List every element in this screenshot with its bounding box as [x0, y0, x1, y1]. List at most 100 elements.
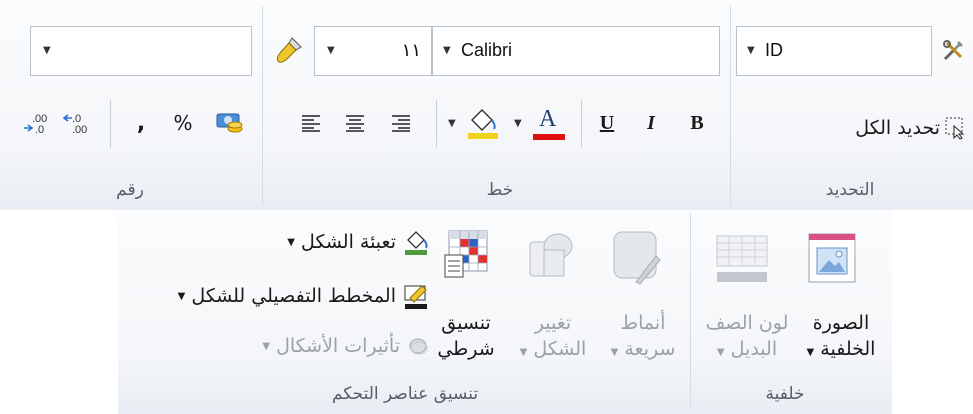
- paintbrush-icon: [276, 37, 302, 63]
- chevron-down-icon: ▼: [716, 347, 725, 358]
- quick-styles-label-line1: أنماط: [620, 312, 666, 334]
- group-label-font: خط: [486, 180, 514, 200]
- conditional-format-label-line1: تنسيق: [441, 312, 491, 334]
- control-id-value: ID: [765, 40, 783, 60]
- separator: [262, 6, 263, 206]
- chevron-down-icon[interactable]: ▼: [514, 118, 522, 129]
- alternate-row-color-label-line2-row: البديل ▼: [700, 336, 794, 366]
- font-color-swatch: [533, 134, 565, 140]
- shape-outline-label: المخطط التفصيلي للشكل: [191, 285, 396, 307]
- shape-fill-icon: [405, 231, 428, 255]
- comma-style-button[interactable]: ,: [128, 108, 154, 138]
- shape-outline-icon: [404, 285, 427, 309]
- underline-button[interactable]: U: [592, 108, 622, 138]
- alternate-row-color-label-line2: البديل: [730, 338, 778, 360]
- chevron-down-icon[interactable]: ▼: [287, 237, 295, 248]
- group-label-selection: التحديد: [825, 180, 875, 200]
- increase-decimal-button[interactable]: .0 .00: [60, 108, 94, 138]
- tools-icon: [943, 40, 963, 61]
- select-all-button[interactable]: تحديد الكل: [830, 112, 968, 144]
- font-name-combo[interactable]: ▼ Calibri: [432, 26, 720, 76]
- group-label-control-format: تنسيق عناصر التحكم: [331, 384, 479, 404]
- alternate-row-color-icon: [716, 235, 768, 282]
- svg-text:.00: .00: [72, 124, 87, 135]
- background-image-button[interactable]: [800, 228, 864, 288]
- background-image-label-line2: الخلفية: [820, 338, 876, 360]
- group-label-background: خلفية: [765, 384, 805, 404]
- percent-style-button[interactable]: %: [168, 108, 198, 138]
- font-color-letter: A: [539, 106, 557, 132]
- chevron-down-icon[interactable]: ▼: [178, 291, 186, 302]
- control-id-combo[interactable]: ▼ ID: [736, 26, 932, 76]
- number-format-combo[interactable]: ▼: [30, 26, 252, 76]
- background-image-icon: [808, 233, 856, 283]
- svg-text:.0: .0: [35, 124, 44, 135]
- accounting-format-button[interactable]: [212, 106, 248, 140]
- align-center-icon: [346, 115, 364, 132]
- change-shape-label-line2: الشكل: [533, 338, 587, 360]
- conditional-format-label-line2: شرطي: [437, 338, 495, 360]
- conditional-format-label[interactable]: تنسيق شرطي: [424, 310, 508, 362]
- font-color-button[interactable]: A: [528, 104, 570, 144]
- change-shape-icon: [529, 233, 573, 277]
- separator: [690, 214, 691, 410]
- background-image-label[interactable]: الصورة الخلفية ▼: [796, 310, 886, 366]
- fill-color-button[interactable]: [462, 104, 504, 144]
- quick-styles-icon: [613, 231, 661, 285]
- quick-styles-label-line2: سريعة: [624, 338, 676, 360]
- bold-button[interactable]: B: [682, 108, 712, 138]
- shape-outline-button[interactable]: المخطط التفصيلي للشكل ▼: [124, 280, 430, 312]
- money-icon: [216, 113, 243, 133]
- shape-fill-button[interactable]: تعبئة الشكل ▼: [246, 226, 430, 258]
- chevron-down-icon: ▼: [262, 340, 271, 352]
- chevron-down-icon: ▼: [519, 347, 528, 358]
- change-shape-label-line1: تغيير: [534, 312, 572, 334]
- alternate-row-color-label: لون الصف البديل ▼: [700, 310, 794, 366]
- quick-styles-label-line2-row: سريعة ▼: [598, 336, 688, 366]
- separator: [110, 100, 111, 148]
- alternate-row-color-label-line1: لون الصف: [705, 312, 789, 334]
- separator: [730, 6, 731, 206]
- group-label-number: رقم: [116, 180, 144, 200]
- chevron-down-icon[interactable]: ▼: [747, 45, 755, 56]
- shape-fill-label: تعبئة الشكل: [300, 231, 396, 253]
- separator: [436, 100, 437, 148]
- select-all-label: تحديد الكل: [855, 117, 940, 139]
- chevron-down-icon[interactable]: ▼: [807, 347, 815, 358]
- italic-button[interactable]: I: [636, 108, 666, 138]
- decrease-decimal-button[interactable]: .00 .0: [20, 108, 54, 138]
- alternate-row-color-button[interactable]: [710, 228, 774, 290]
- quick-styles-button[interactable]: [604, 226, 666, 288]
- format-painter-button[interactable]: [272, 32, 306, 68]
- chevron-down-icon[interactable]: ▼: [443, 45, 451, 56]
- shape-effects-button[interactable]: تأثيرات الأشكال ▼: [224, 330, 430, 362]
- change-shape-label: تغيير الشكل ▼: [508, 310, 598, 366]
- align-right-button[interactable]: [386, 108, 416, 138]
- fill-color-swatch: [468, 133, 498, 139]
- font-size-value: ١١: [401, 40, 421, 60]
- decrease-decimal-icon: .00 .0: [24, 113, 47, 135]
- separator: [581, 100, 582, 148]
- paint-bucket-icon: [468, 109, 498, 139]
- increase-decimal-icon: .0 .00: [62, 113, 87, 135]
- shape-effects-label: تأثيرات الأشكال: [276, 335, 400, 357]
- background-image-label-line1: الصورة: [812, 312, 870, 334]
- conditional-format-icon: [444, 230, 488, 278]
- quick-styles-label: أنماط سريعة ▼: [598, 310, 688, 366]
- align-left-button[interactable]: [296, 108, 326, 138]
- properties-button[interactable]: [938, 34, 968, 68]
- chevron-down-icon: ▼: [610, 347, 619, 358]
- align-right-icon: [392, 115, 410, 132]
- select-all-icon: [945, 117, 965, 140]
- change-shape-button[interactable]: [520, 226, 580, 286]
- chevron-down-icon[interactable]: ▼: [327, 45, 335, 56]
- change-shape-label-line2-row: الشكل ▼: [508, 336, 598, 366]
- background-image-label-line2-row: الخلفية ▼: [796, 336, 886, 366]
- font-size-combo[interactable]: ▼ ١١: [314, 26, 432, 76]
- align-center-button[interactable]: [340, 108, 370, 138]
- align-left-icon: [302, 115, 320, 132]
- conditional-format-button[interactable]: [440, 226, 492, 284]
- font-name-value: Calibri: [461, 40, 513, 60]
- chevron-down-icon[interactable]: ▼: [448, 118, 456, 129]
- chevron-down-icon[interactable]: ▼: [43, 45, 51, 56]
